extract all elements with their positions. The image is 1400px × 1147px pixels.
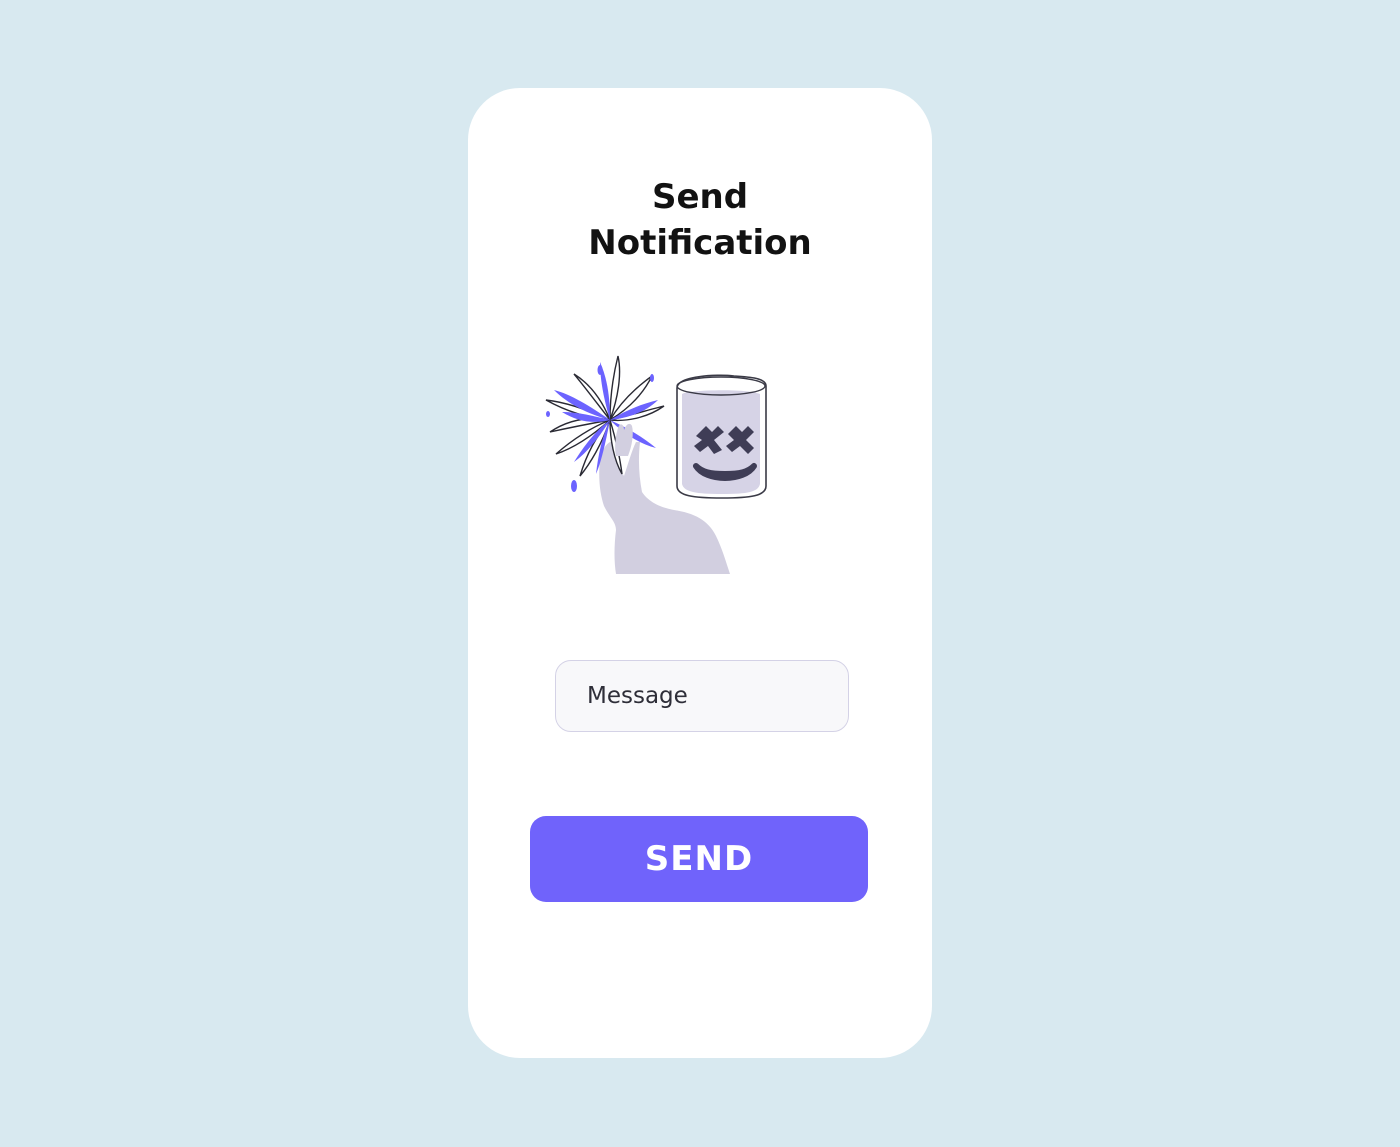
page-title-line2: Notification <box>588 223 812 263</box>
send-button[interactable]: SEND <box>530 816 868 902</box>
page-title: Send Notification <box>468 174 932 266</box>
celebration-illustration <box>545 355 767 574</box>
phone-screen: Send Notification Message SEND <box>468 88 932 1058</box>
marshmello-mask-icon <box>676 374 767 499</box>
page-title-line1: Send <box>651 177 749 217</box>
message-input[interactable] <box>555 660 849 732</box>
